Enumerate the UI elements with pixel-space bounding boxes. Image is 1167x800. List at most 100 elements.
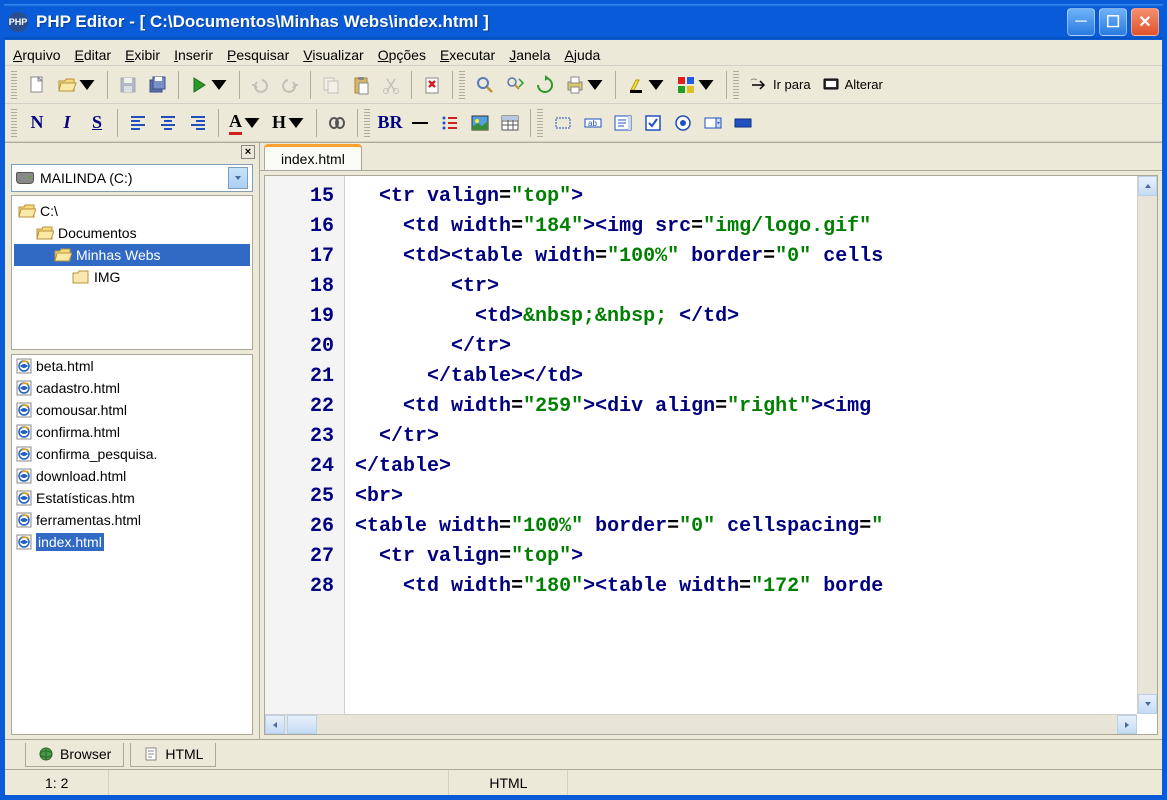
file-item[interactable]: confirma.html [12, 421, 252, 443]
checkbox-button[interactable] [639, 109, 667, 137]
menu-opcoes[interactable]: Opções [378, 47, 426, 63]
file-item[interactable]: beta.html [12, 355, 252, 377]
editor-area: index.html 1516171819202122232425262728 … [260, 143, 1162, 739]
statusbar: 1: 2 HTML [5, 769, 1162, 795]
color-palette-button[interactable] [672, 71, 720, 99]
select-button[interactable] [699, 109, 727, 137]
menu-visualizar[interactable]: Visualizar [303, 47, 363, 63]
file-item[interactable]: Estatísticas.htm [12, 487, 252, 509]
align-center-button[interactable] [154, 109, 182, 137]
toolbar-grip[interactable] [537, 109, 543, 137]
toolbar-grip[interactable] [733, 71, 739, 99]
hr-button[interactable] [406, 109, 434, 137]
file-item[interactable]: ferramentas.html [12, 509, 252, 531]
sidebar-close-button[interactable]: × [241, 145, 255, 159]
menu-exibir[interactable]: Exibir [125, 47, 160, 63]
client-area: Arquivo Editar Exibir Inserir Pesquisar … [4, 39, 1163, 796]
tree-item[interactable]: C:\ [14, 200, 250, 222]
save-button[interactable] [114, 71, 142, 99]
toolbar-grip[interactable] [459, 71, 465, 99]
zoom-in-button[interactable] [471, 71, 499, 99]
delete-button[interactable] [418, 71, 446, 99]
open-file-button[interactable] [53, 71, 101, 99]
minimize-button[interactable]: ─ [1067, 8, 1095, 36]
code-editor[interactable]: 1516171819202122232425262728 <tr valign=… [264, 175, 1158, 735]
maximize-button[interactable]: ☐ [1099, 8, 1127, 36]
horizontal-scrollbar[interactable] [265, 714, 1137, 734]
file-list[interactable]: beta.htmlcadastro.htmlcomousar.htmlconfi… [11, 354, 253, 735]
menu-inserir[interactable]: Inserir [174, 47, 213, 63]
toolbar-grip[interactable] [364, 109, 370, 137]
toolbar-grip[interactable] [11, 109, 17, 137]
menu-executar[interactable]: Executar [440, 47, 495, 63]
list-button[interactable] [436, 109, 464, 137]
italic-button[interactable]: I [53, 109, 81, 137]
scroll-right-button[interactable] [1117, 715, 1137, 734]
toolbar-grip[interactable] [11, 71, 17, 99]
drive-selector[interactable]: MAILINDA (C:) [11, 164, 253, 192]
titlebar[interactable]: PHP PHP Editor - [ C:\Documentos\Minhas … [4, 4, 1163, 39]
button-button[interactable] [729, 109, 757, 137]
document-icon [143, 746, 159, 762]
tab-index-html[interactable]: index.html [264, 144, 362, 170]
tree-item[interactable]: Minhas Webs [14, 244, 250, 266]
file-item[interactable]: comousar.html [12, 399, 252, 421]
file-item[interactable]: index.html [12, 531, 252, 553]
align-left-button[interactable] [124, 109, 152, 137]
tree-item[interactable]: Documentos [14, 222, 250, 244]
file-item[interactable]: download.html [12, 465, 252, 487]
run-button[interactable] [185, 71, 233, 99]
scroll-thumb[interactable] [287, 715, 317, 734]
copy-button[interactable] [317, 71, 345, 99]
redo-button[interactable] [276, 71, 304, 99]
tab-html[interactable]: HTML [130, 743, 216, 767]
globe-icon [38, 746, 54, 762]
br-button[interactable]: BR [376, 109, 404, 137]
cut-button[interactable] [377, 71, 405, 99]
file-item[interactable]: confirma_pesquisa. [12, 443, 252, 465]
menu-editar[interactable]: Editar [74, 47, 111, 63]
refresh-button[interactable] [531, 71, 559, 99]
tab-browser[interactable]: Browser [25, 743, 124, 767]
menu-arquivo[interactable]: Arquivo [13, 47, 60, 63]
textfield-button[interactable]: ab [579, 109, 607, 137]
toolbars: Ir para Alterar N I S A H BR [5, 66, 1162, 143]
code-content[interactable]: <tr valign="top"> <td width="184"><img s… [345, 176, 1157, 734]
menu-pesquisar[interactable]: Pesquisar [227, 47, 289, 63]
main-area: × MAILINDA (C:) C:\DocumentosMinhas Webs… [5, 143, 1162, 739]
save-all-button[interactable] [144, 71, 172, 99]
link-button[interactable] [323, 109, 351, 137]
new-file-button[interactable] [23, 71, 51, 99]
app-window: PHP PHP Editor - [ C:\Documentos\Minhas … [0, 0, 1167, 800]
find-replace-button[interactable] [501, 71, 529, 99]
bold-button[interactable]: N [23, 109, 51, 137]
underline-button[interactable]: S [83, 109, 111, 137]
scroll-left-button[interactable] [265, 715, 285, 734]
heading-button[interactable]: H [268, 109, 310, 137]
goto-button[interactable]: Ir para [745, 71, 815, 99]
form-button[interactable] [549, 109, 577, 137]
align-right-button[interactable] [184, 109, 212, 137]
font-color-button[interactable]: A [225, 109, 266, 137]
folder-tree[interactable]: C:\DocumentosMinhas WebsIMG [11, 195, 253, 350]
print-button[interactable] [561, 71, 609, 99]
undo-button[interactable] [246, 71, 274, 99]
image-button[interactable] [466, 109, 494, 137]
toolbar-format: N I S A H BR [5, 104, 1162, 142]
menubar: Arquivo Editar Exibir Inserir Pesquisar … [5, 40, 1162, 66]
scroll-up-button[interactable] [1138, 176, 1157, 196]
highlight-button[interactable] [622, 71, 670, 99]
tree-item[interactable]: IMG [14, 266, 250, 288]
textarea-button[interactable] [609, 109, 637, 137]
radio-button[interactable] [669, 109, 697, 137]
file-item[interactable]: cadastro.html [12, 377, 252, 399]
scroll-down-button[interactable] [1138, 694, 1157, 714]
table-button[interactable] [496, 109, 524, 137]
close-button[interactable]: ✕ [1131, 8, 1159, 36]
paste-button[interactable] [347, 71, 375, 99]
chevron-down-icon [228, 167, 248, 189]
menu-janela[interactable]: Janela [509, 47, 550, 63]
menu-ajuda[interactable]: Ajuda [564, 47, 600, 63]
vertical-scrollbar[interactable] [1137, 176, 1157, 714]
change-button[interactable]: Alterar [817, 71, 887, 99]
